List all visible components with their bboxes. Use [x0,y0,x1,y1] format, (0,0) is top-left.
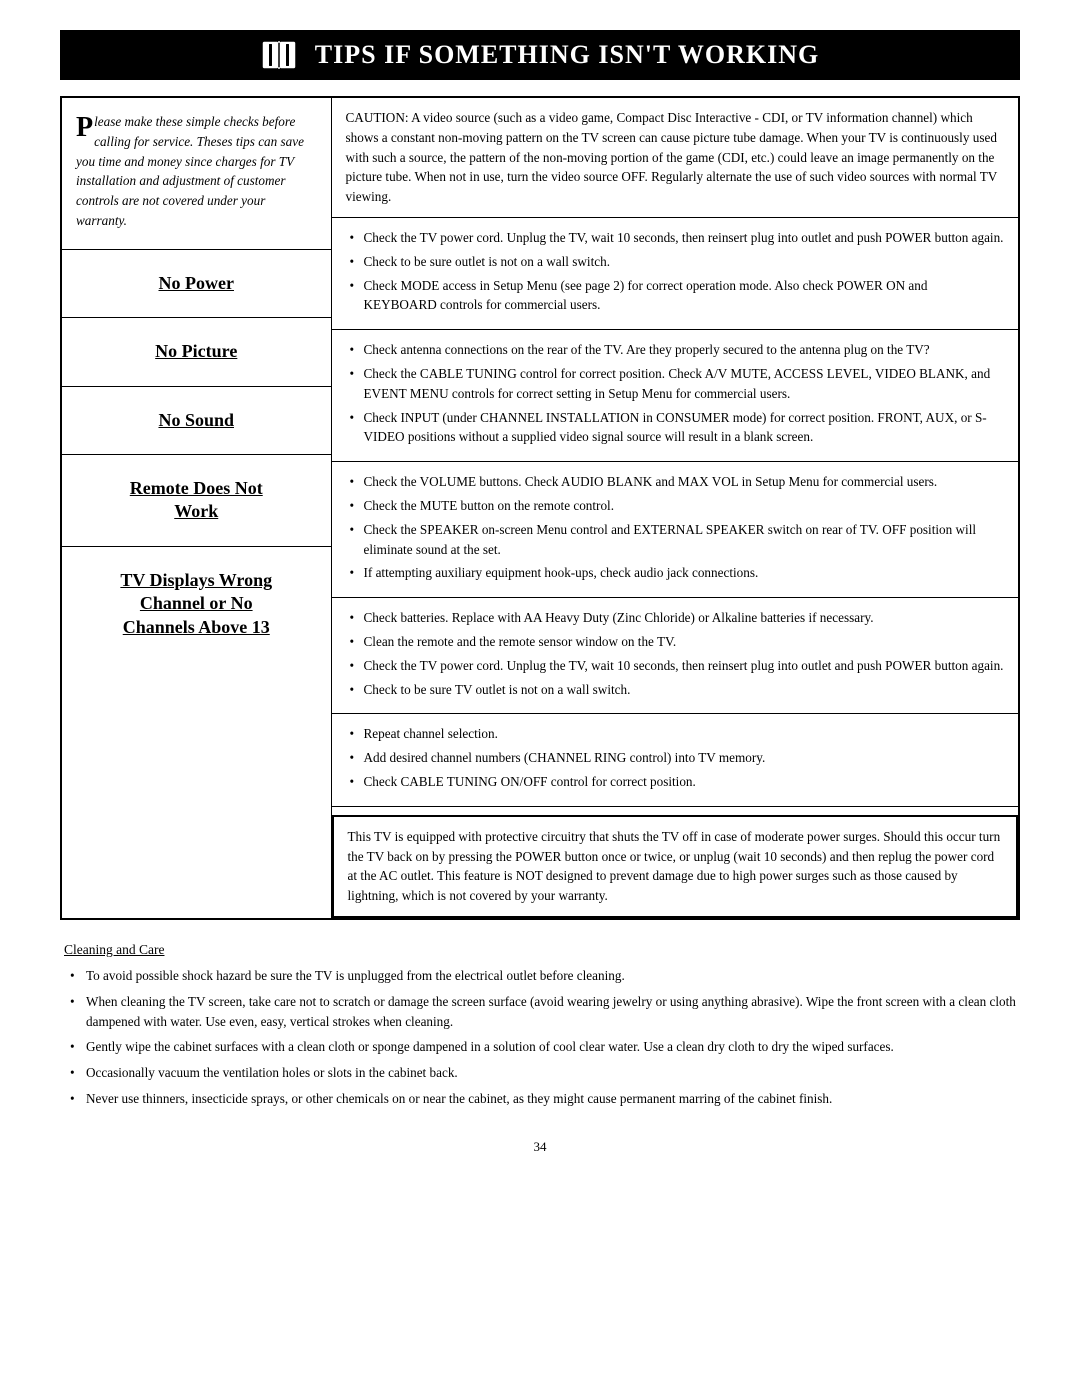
section-label-remote: Remote Does Not Work [62,455,331,547]
list-item: Check the CABLE TUNING control for corre… [346,364,1005,404]
page-wrapper: TIPS IF SOMETHING ISN'T WORKING Please m… [0,0,1080,1397]
section-label-no-picture: No Picture [62,318,331,386]
list-item: When cleaning the TV screen, take care n… [64,992,1016,1032]
list-item: Never use thinners, insecticide sprays, … [64,1089,1016,1109]
list-item: Occasionally vacuum the ventilation hole… [64,1063,1016,1083]
intro-text: lease make these simple checks before ca… [76,114,304,228]
list-item: Check the SPEAKER on-screen Menu control… [346,520,1005,560]
power-surge-section: This TV is equipped with protective circ… [332,815,1019,918]
page-number: 34 [60,1139,1020,1155]
section-label-no-power: No Power [62,250,331,318]
caution-section: CAUTION: A video source (such as a video… [332,98,1019,218]
channels-section: Repeat channel selection. Add desired ch… [332,714,1019,806]
list-item: Check antenna connections on the rear of… [346,340,1005,360]
cleaning-section: Cleaning and Care To avoid possible shoc… [60,942,1020,1109]
main-content-table: Please make these simple checks before c… [60,96,1020,920]
page-title: TIPS IF SOMETHING ISN'T WORKING [315,40,819,70]
drop-cap-p: P [76,114,93,142]
intro-paragraph: Please make these simple checks before c… [62,98,331,250]
list-item: Check CABLE TUNING ON/OFF control for co… [346,772,1005,792]
cleaning-list: To avoid possible shock hazard be sure t… [64,966,1016,1109]
list-item: Check batteries. Replace with AA Heavy D… [346,608,1005,628]
cleaning-title: Cleaning and Care [64,942,1016,958]
page-header: TIPS IF SOMETHING ISN'T WORKING [60,30,1020,80]
section-label-channels: TV Displays Wrong Channel or No Channels… [62,547,331,661]
list-item: If attempting auxiliary equipment hook-u… [346,563,1005,583]
no-sound-section: Check the VOLUME buttons. Check AUDIO BL… [332,462,1019,598]
left-column: Please make these simple checks before c… [61,97,331,919]
list-item: Check INPUT (under CHANNEL INSTALLATION … [346,408,1005,448]
list-item: Check the VOLUME buttons. Check AUDIO BL… [346,472,1005,492]
right-column: CAUTION: A video source (such as a video… [331,97,1019,919]
book-icon [261,40,299,70]
list-item: Check the TV power cord. Unplug the TV, … [346,656,1005,676]
no-picture-section: Check antenna connections on the rear of… [332,330,1019,462]
list-item: Clean the remote and the remote sensor w… [346,632,1005,652]
list-item: Add desired channel numbers (CHANNEL RIN… [346,748,1005,768]
channels-bullets: Repeat channel selection. Add desired ch… [346,724,1005,791]
list-item: Check the TV power cord. Unplug the TV, … [346,228,1005,248]
section-label-no-sound: No Sound [62,387,331,455]
list-item: Check to be sure TV outlet is not on a w… [346,680,1005,700]
list-item: To avoid possible shock hazard be sure t… [64,966,1016,986]
caution-text: CAUTION: A video source (such as a video… [346,110,998,204]
list-item: Check MODE access in Setup Menu (see pag… [346,276,1005,316]
no-power-section: Check the TV power cord. Unplug the TV, … [332,218,1019,330]
remote-section: Check batteries. Replace with AA Heavy D… [332,598,1019,714]
list-item: Check the MUTE button on the remote cont… [346,496,1005,516]
no-power-bullets: Check the TV power cord. Unplug the TV, … [346,228,1005,315]
no-sound-bullets: Check the VOLUME buttons. Check AUDIO BL… [346,472,1005,583]
power-surge-text: This TV is equipped with protective circ… [348,829,1001,903]
list-item: Gently wipe the cabinet surfaces with a … [64,1037,1016,1057]
remote-bullets: Check batteries. Replace with AA Heavy D… [346,608,1005,699]
list-item: Repeat channel selection. [346,724,1005,744]
no-picture-bullets: Check antenna connections on the rear of… [346,340,1005,447]
list-item: Check to be sure outlet is not on a wall… [346,252,1005,272]
